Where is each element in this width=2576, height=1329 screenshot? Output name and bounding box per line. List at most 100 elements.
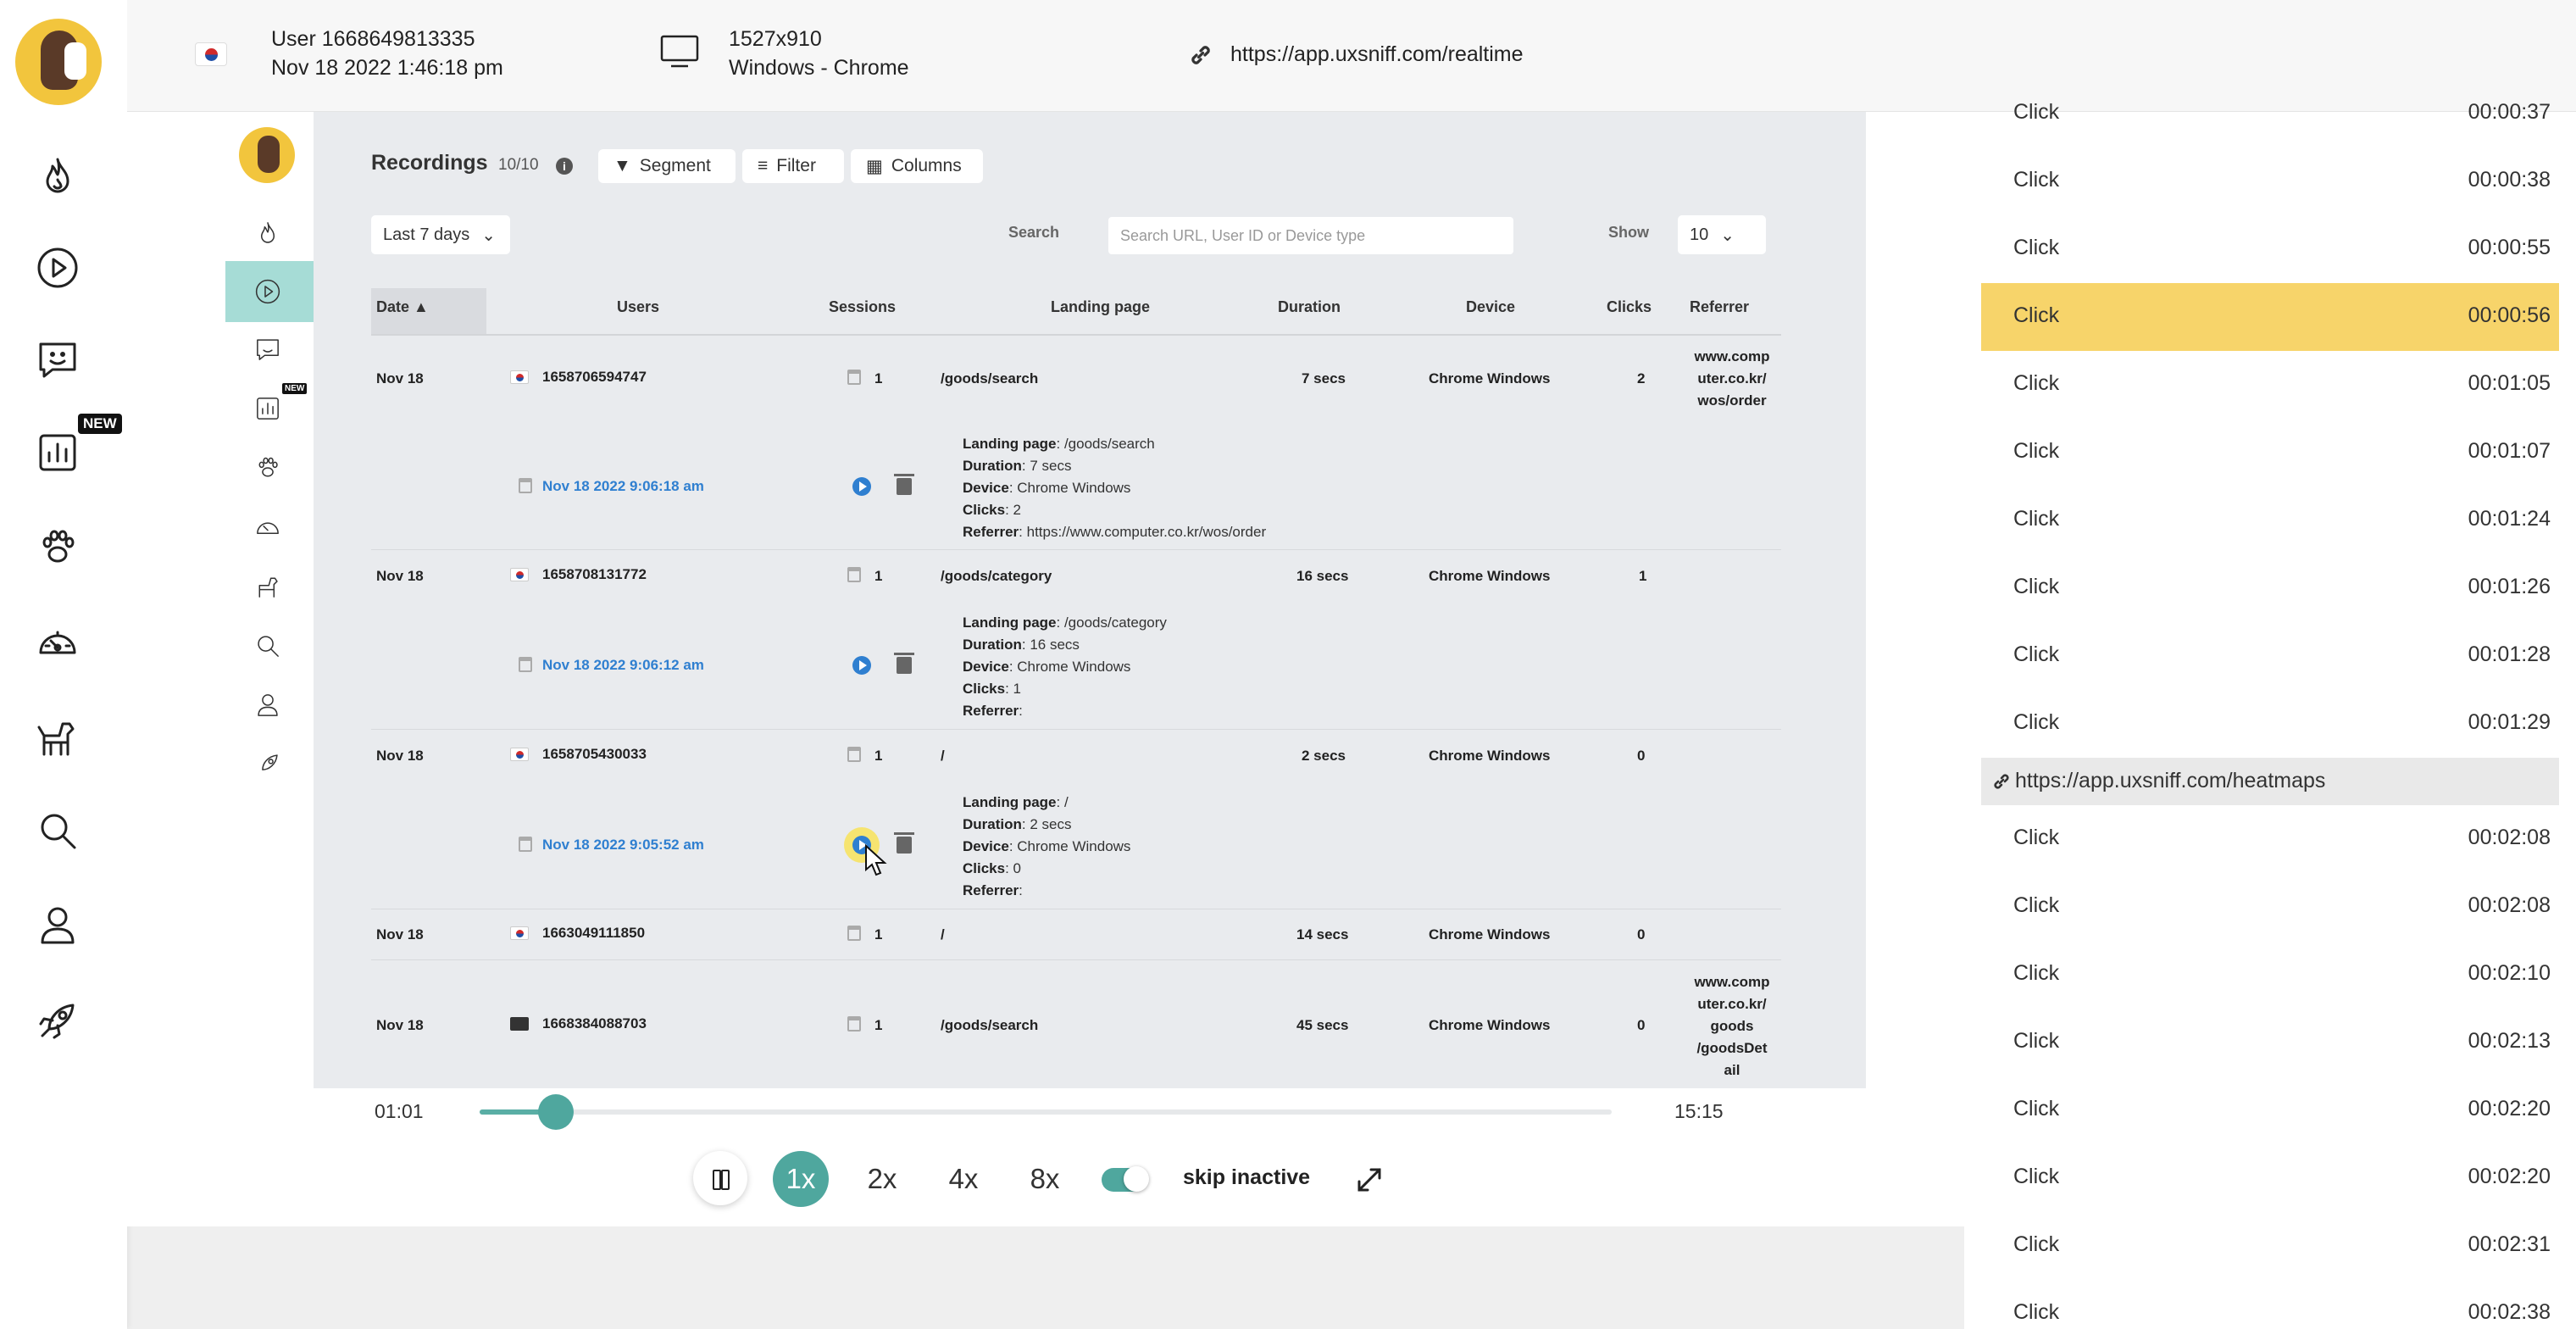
row1-sessions: 1 — [874, 370, 883, 386]
feedback-icon[interactable] — [34, 336, 81, 383]
event-time: 00:01:05 — [2468, 371, 2551, 395]
dog-icon[interactable] — [34, 714, 81, 761]
grid-icon: ▦ — [866, 156, 883, 176]
replay-gauge-icon — [251, 510, 285, 544]
show-label: Show — [1608, 224, 1649, 241]
event-row[interactable]: Click 00:02:38 — [1981, 1280, 2559, 1329]
replay-logo — [239, 127, 295, 183]
row1-session-calendar-icon — [519, 478, 532, 493]
play-circle-icon[interactable] — [34, 244, 81, 292]
event-row[interactable]: Click 00:00:56 — [1981, 283, 2559, 351]
row2-landing: /goods/category — [941, 568, 1052, 584]
event-time: 00:01:24 — [2468, 507, 2551, 531]
row1-landing: /goods/search — [941, 370, 1039, 386]
link-icon — [1991, 771, 2012, 792]
row5-duration: 45 secs — [1296, 1017, 1349, 1033]
event-time: 00:02:38 — [2468, 1300, 2551, 1324]
rocket-icon[interactable] — [34, 997, 81, 1044]
event-row[interactable]: Click 00:02:08 — [1981, 873, 2559, 941]
speed-8x-button[interactable]: 8x — [1017, 1151, 1073, 1207]
row3-date: Nov 18 — [376, 748, 424, 764]
main-sidebar: NEW — [0, 0, 127, 1329]
row4-flag-icon — [510, 926, 529, 940]
row2-date: Nov 18 — [376, 568, 424, 584]
speed-1x-button[interactable]: 1x — [773, 1151, 829, 1207]
replay-play-icon — [251, 275, 285, 309]
th-duration: Duration — [1278, 298, 1341, 315]
event-label: Click — [2013, 961, 2060, 985]
show-select: 10 ⌄ — [1678, 215, 1766, 254]
search-icon[interactable] — [34, 807, 81, 854]
row2-session-calendar-icon — [519, 657, 532, 672]
user-icon[interactable] — [34, 902, 81, 949]
pause-button[interactable] — [693, 1151, 747, 1205]
row3-trash-icon — [894, 832, 914, 854]
event-row[interactable]: Click 00:00:37 — [1981, 80, 2559, 147]
row5-user: 1668384088703 — [542, 1015, 647, 1032]
event-row[interactable]: Click 00:02:13 — [1981, 1009, 2559, 1076]
event-row[interactable]: Click 00:00:38 — [1981, 147, 2559, 215]
event-time: 00:02:08 — [2468, 826, 2551, 849]
skip-inactive-toggle[interactable] — [1102, 1166, 1149, 1192]
row4-user: 1663049111850 — [542, 925, 646, 941]
row2-play-icon — [852, 656, 871, 675]
current-time: 01:01 — [375, 1100, 424, 1122]
replay-search-icon — [251, 629, 285, 663]
event-row[interactable]: Click 00:01:28 — [1981, 622, 2559, 690]
event-label: Click — [2013, 826, 2060, 849]
columns-label: Columns — [891, 156, 962, 175]
event-label: Click — [2013, 371, 2060, 395]
new-badge: NEW — [78, 414, 122, 434]
event-row[interactable]: Click 00:02:20 — [1981, 1144, 2559, 1212]
row5-clicks: 0 — [1637, 1017, 1646, 1033]
session-url[interactable]: https://app.uxsniff.com/realtime — [1230, 41, 1524, 69]
row5-landing: /goods/search — [941, 1017, 1039, 1033]
fullscreen-icon[interactable] — [1352, 1163, 1386, 1197]
event-row[interactable]: Click 00:01:07 — [1981, 419, 2559, 487]
event-row[interactable]: Click 00:02:31 — [1981, 1212, 2559, 1280]
row4-clicks: 0 — [1637, 926, 1646, 943]
event-row[interactable]: Click 00:01:24 — [1981, 487, 2559, 554]
event-row[interactable]: Click 00:01:05 — [1981, 351, 2559, 419]
segment-button: ▼ Segment — [598, 149, 736, 183]
seek-track[interactable] — [480, 1109, 1612, 1115]
search-input: Search URL, User ID or Device type — [1108, 217, 1513, 254]
event-time: 00:01:07 — [2468, 439, 2551, 463]
gauge-icon[interactable] — [34, 619, 81, 666]
row1-date: Nov 18 — [376, 370, 424, 386]
row4-landing: / — [941, 926, 945, 943]
monitor-icon — [660, 35, 699, 68]
th-clicks: Clicks — [1607, 298, 1652, 315]
speed-2x-button[interactable]: 2x — [854, 1151, 910, 1207]
row1-play-icon — [852, 477, 871, 496]
page-visit-row[interactable]: https://app.uxsniff.com/heatmaps — [1981, 758, 2559, 805]
th-landing: Landing page — [1051, 298, 1150, 315]
paw-icon[interactable] — [34, 524, 81, 571]
recordings-title: Recordings — [371, 151, 488, 175]
event-row[interactable]: Click 00:01:26 — [1981, 554, 2559, 622]
th-device: Device — [1466, 298, 1516, 315]
bar-chart-icon[interactable] — [34, 429, 81, 476]
fire-icon[interactable] — [34, 153, 81, 200]
event-time: 00:00:38 — [2468, 168, 2551, 192]
row2-duration: 16 secs — [1296, 568, 1349, 584]
session-user: User 1668649813335 — [271, 27, 475, 51]
event-row[interactable]: Click 00:00:55 — [1981, 215, 2559, 283]
event-row[interactable]: Click 00:02:08 — [1981, 805, 2559, 873]
speed-4x-button[interactable]: 4x — [935, 1151, 991, 1207]
info-icon: i — [556, 158, 573, 175]
row2-clicks: 1 — [1639, 568, 1647, 584]
event-row[interactable]: Click 00:01:29 — [1981, 690, 2559, 758]
chevron-down-icon: ⌄ — [481, 225, 497, 245]
show-value: 10 — [1690, 225, 1709, 244]
event-row[interactable]: Click 00:02:10 — [1981, 941, 2559, 1009]
event-time: 00:02:31 — [2468, 1232, 2551, 1256]
row5-date: Nov 18 — [376, 1017, 424, 1033]
event-row[interactable]: Click 00:02:20 — [1981, 1076, 2559, 1144]
date-range-select: Last 7 days ⌄ — [371, 215, 510, 254]
seek-handle[interactable] — [537, 1094, 574, 1130]
replay-feedback-icon — [251, 332, 285, 366]
row4-calendar-icon — [847, 926, 861, 941]
uxsniff-logo[interactable] — [15, 19, 102, 105]
row2-device: Chrome Windows — [1429, 568, 1551, 584]
